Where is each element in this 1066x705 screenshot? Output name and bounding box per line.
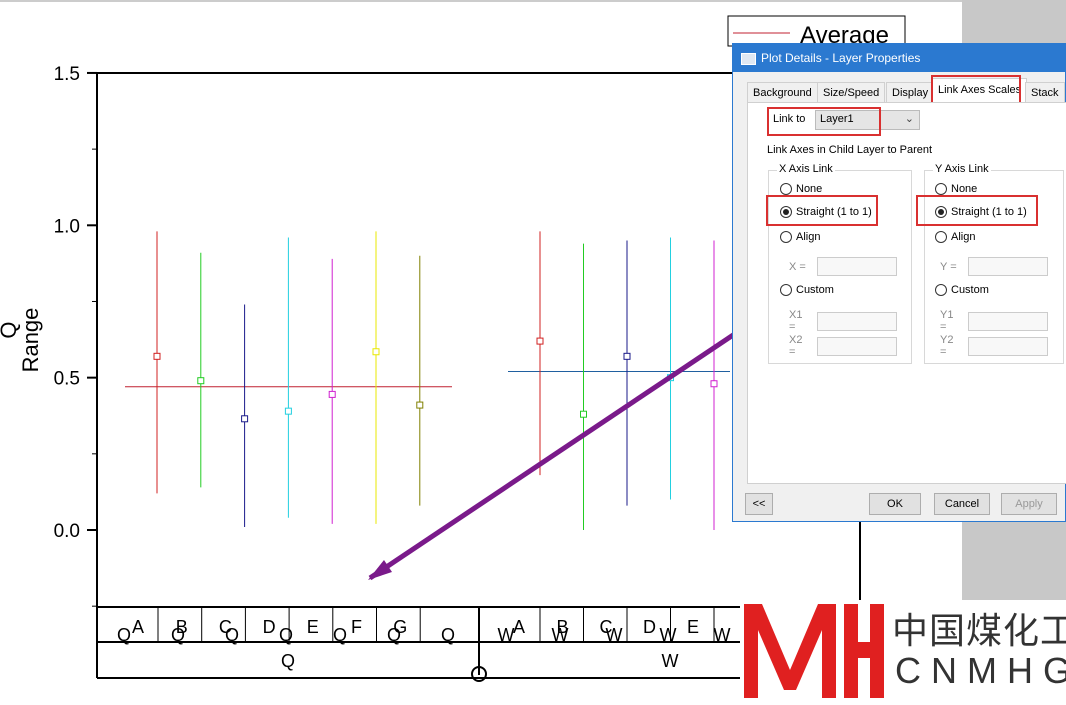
y-tick-label: 0.0 (54, 521, 80, 542)
y-tick-label: 1.0 (54, 216, 80, 237)
x-category-label: E (687, 617, 699, 637)
cancel-button[interactable]: Cancel (934, 493, 990, 515)
x-category-label: F (351, 617, 362, 637)
y2-field[interactable]: Y2 = (940, 334, 1048, 358)
data-point[interactable] (623, 352, 631, 360)
x-align-label: Align (796, 231, 821, 243)
y-none-radio[interactable]: None (935, 183, 977, 195)
data-point[interactable] (197, 377, 205, 385)
collapse-button[interactable]: << (745, 493, 773, 515)
x-sub-label: W (660, 625, 677, 645)
tab-size-speed[interactable]: Size/Speed (817, 82, 886, 104)
x-none-radio[interactable]: None (780, 183, 822, 195)
x-category-label: D (643, 617, 656, 637)
y-axis-link-label: Y Axis Link (933, 163, 991, 175)
group-label-w: W (662, 651, 679, 671)
x-sub-label: Q (225, 625, 239, 645)
x-custom-radio[interactable]: Custom (780, 284, 834, 296)
dialog-title: Plot Details - Layer Properties (761, 51, 921, 65)
y1-field-label: Y1 = (940, 309, 954, 333)
tab-stack[interactable]: Stack (1025, 82, 1065, 104)
x-sub-label: Q (333, 625, 347, 645)
highlight-link-to (767, 107, 881, 136)
y2-field-label: Y2 = (940, 334, 954, 358)
x-sub-label: Q (441, 625, 455, 645)
x-custom-label: Custom (796, 284, 834, 296)
y-align-label: Align (951, 231, 976, 243)
x-field[interactable]: X = (789, 257, 897, 276)
data-point[interactable] (153, 352, 161, 360)
x1-field[interactable]: X1 = (789, 309, 897, 333)
x-category-label: D (263, 617, 276, 637)
dialog-titlebar[interactable]: Plot Details - Layer Properties (733, 44, 1065, 72)
y-custom-radio[interactable]: Custom (935, 284, 989, 296)
data-point[interactable] (328, 390, 336, 398)
watermark-cn: 中国煤化工 (892, 610, 1066, 651)
y-axis-title-range: Range (18, 308, 43, 373)
y1-field[interactable]: Y1 = (940, 309, 1048, 333)
x-axis-link-label: X Axis Link (777, 163, 835, 175)
y-align-radio[interactable]: Align (935, 231, 975, 243)
x-category-label: G (393, 617, 407, 637)
x-sub-label: W (714, 625, 731, 645)
x-category-label: A (132, 617, 144, 637)
x2-field[interactable]: X2 = (789, 334, 897, 358)
x-sub-label: Q (279, 625, 293, 645)
x-sub-label: W (498, 625, 515, 645)
tab-background[interactable]: Background (747, 82, 818, 104)
link-axes-panel: Link to Layer1 ⌄ Link Axes in Child Laye… (747, 102, 1066, 484)
data-point[interactable] (372, 348, 380, 356)
app-icon (741, 53, 756, 65)
data-point[interactable] (536, 337, 544, 345)
x-none-label: None (796, 183, 823, 195)
watermark-en: CNMHG (895, 650, 1066, 691)
y-field-label: Y = (940, 260, 957, 273)
x-category-label: A (513, 617, 525, 637)
x-sub-label: W (606, 625, 623, 645)
x-align-radio[interactable]: Align (780, 231, 820, 243)
watermark-mh-mark (744, 604, 884, 698)
y-custom-label: Custom (951, 284, 989, 296)
x-sub-label: W (552, 625, 569, 645)
section-label: Link Axes in Child Layer to Parent (767, 144, 933, 156)
x-sub-label: Q (171, 625, 185, 645)
ok-button[interactable]: OK (869, 493, 921, 515)
y-tick-label: 1.5 (54, 64, 80, 85)
y-tick-label: 0.5 (54, 369, 80, 390)
highlight-y-straight (916, 195, 1038, 226)
plot-details-dialog: Plot Details - Layer Properties Backgrou… (732, 43, 1066, 522)
data-point[interactable] (416, 401, 424, 409)
x1-field-label: X1 = (789, 309, 803, 333)
y-field[interactable]: Y = (940, 257, 1048, 276)
highlight-tab (931, 75, 1021, 104)
data-point[interactable] (710, 380, 718, 388)
data-point[interactable] (241, 415, 249, 423)
x-field-label: X = (789, 260, 806, 273)
x-category-label: E (307, 617, 319, 637)
apply-button[interactable]: Apply (1001, 493, 1057, 515)
y-none-label: None (951, 183, 978, 195)
x-sub-label: Q (117, 625, 131, 645)
watermark-logo: 中国煤化工 CNMHG (740, 600, 1066, 700)
data-point[interactable] (580, 410, 587, 418)
x2-field-label: X2 = (789, 334, 803, 358)
group-label-q: Q (281, 651, 295, 671)
highlight-x-straight (766, 195, 878, 226)
tab-display[interactable]: Display (886, 82, 935, 104)
data-point[interactable] (284, 407, 292, 415)
chevron-down-icon: ⌄ (904, 113, 914, 125)
